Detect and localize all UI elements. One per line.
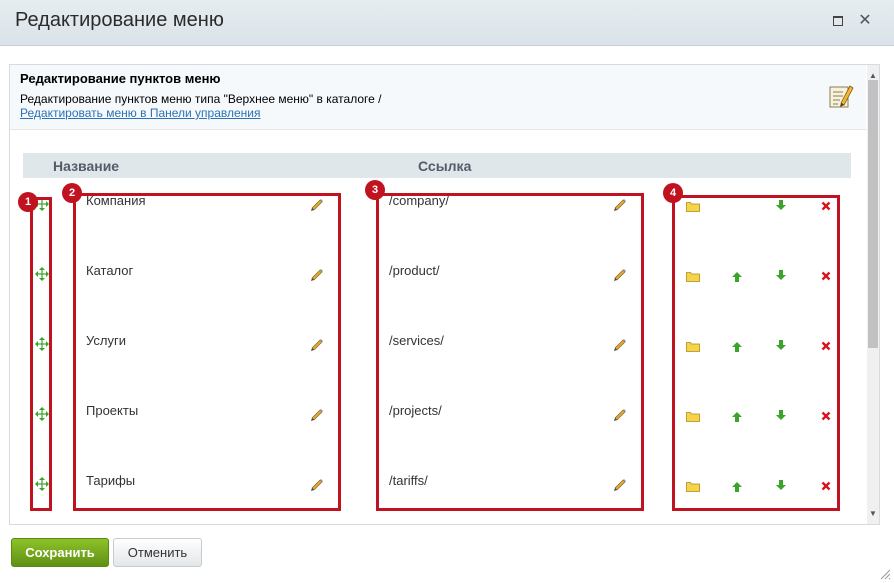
save-button[interactable]: Сохранить: [11, 538, 109, 567]
menu-item-name[interactable]: Тарифы: [86, 473, 135, 488]
scroll-up-icon[interactable]: ▲: [869, 71, 877, 80]
arrow-down-icon[interactable]: [775, 409, 787, 421]
folder-icon[interactable]: [686, 201, 700, 212]
arrow-down-icon[interactable]: [775, 199, 787, 211]
scrollbar-thumb[interactable]: [868, 80, 878, 348]
edit-name-pencil-icon[interactable]: [310, 407, 324, 421]
info-title: Редактирование пунктов меню: [20, 71, 221, 86]
arrow-up-icon[interactable]: [731, 341, 743, 353]
table-row: Компания/company/: [23, 179, 851, 250]
delete-icon[interactable]: [821, 201, 831, 211]
edit-name-pencil-icon[interactable]: [310, 477, 324, 491]
dialog-content: Редактирование пунктов меню Редактирован…: [9, 64, 880, 525]
menu-item-name[interactable]: Компания: [86, 193, 146, 208]
menu-item-url[interactable]: /product/: [389, 263, 440, 278]
menu-item-name[interactable]: Каталог: [86, 263, 133, 278]
menu-item-url[interactable]: /company/: [389, 193, 449, 208]
arrow-up-icon[interactable]: [731, 481, 743, 493]
delete-icon[interactable]: [821, 341, 831, 351]
column-header-link: Ссылка: [418, 158, 472, 174]
menu-item-url[interactable]: /projects/: [389, 403, 442, 418]
cancel-button[interactable]: Отменить: [113, 538, 202, 567]
folder-icon[interactable]: [686, 341, 700, 352]
folder-icon[interactable]: [686, 411, 700, 422]
edit-name-pencil-icon[interactable]: [310, 197, 324, 211]
table-row: Тарифы/tariffs/: [23, 459, 851, 524]
table-row: Проекты/projects/: [23, 389, 851, 460]
menu-item-name[interactable]: Проекты: [86, 403, 138, 418]
menu-item-name[interactable]: Услуги: [86, 333, 126, 348]
edit-link-pencil-icon[interactable]: [613, 197, 627, 211]
delete-icon[interactable]: [821, 271, 831, 281]
menu-item-url[interactable]: /tariffs/: [389, 473, 428, 488]
edit-name-pencil-icon[interactable]: [310, 337, 324, 351]
annotation-badge-2: 2: [62, 183, 82, 203]
resize-grip-icon[interactable]: [879, 568, 891, 580]
table-row: Услуги/services/: [23, 319, 851, 390]
close-icon[interactable]: ✕: [857, 13, 873, 29]
annotation-badge-1: 1: [18, 192, 38, 212]
edit-link-pencil-icon[interactable]: [613, 337, 627, 351]
arrow-up-icon[interactable]: [731, 271, 743, 283]
arrow-down-icon[interactable]: [775, 269, 787, 281]
drag-move-icon[interactable]: [35, 477, 49, 491]
column-header-name: Название: [53, 158, 120, 174]
info-panel: Редактирование пунктов меню Редактирован…: [10, 65, 866, 130]
folder-icon[interactable]: [686, 271, 700, 282]
drag-move-icon[interactable]: [35, 267, 49, 281]
delete-icon[interactable]: [821, 481, 831, 491]
arrow-down-icon[interactable]: [775, 479, 787, 491]
edit-link-pencil-icon[interactable]: [613, 407, 627, 421]
annotation-badge-3: 3: [365, 180, 385, 200]
arrow-up-icon[interactable]: [731, 411, 743, 423]
annotation-badge-4: 4: [663, 183, 683, 203]
folder-icon[interactable]: [686, 481, 700, 492]
edit-link-pencil-icon[interactable]: [613, 477, 627, 491]
menu-items-table: Название Ссылка Компания/company/Каталог…: [23, 153, 851, 524]
arrow-down-icon[interactable]: [775, 339, 787, 351]
dialog-header: Редактирование меню ✕: [0, 0, 894, 46]
edit-menu-icon: [829, 85, 854, 108]
table-row: Каталог/product/: [23, 249, 851, 320]
maximize-icon[interactable]: [830, 13, 846, 29]
delete-icon[interactable]: [821, 411, 831, 421]
control-panel-link[interactable]: Редактировать меню в Панели управления: [20, 106, 261, 120]
scroll-down-icon[interactable]: ▼: [869, 509, 877, 518]
drag-move-icon[interactable]: [35, 407, 49, 421]
dialog-title: Редактирование меню: [15, 9, 224, 31]
menu-item-url[interactable]: /services/: [389, 333, 444, 348]
info-description: Редактирование пунктов меню типа "Верхне…: [20, 92, 382, 106]
table-header: Название Ссылка: [23, 153, 851, 178]
edit-name-pencil-icon[interactable]: [310, 267, 324, 281]
drag-move-icon[interactable]: [35, 337, 49, 351]
edit-link-pencil-icon[interactable]: [613, 267, 627, 281]
